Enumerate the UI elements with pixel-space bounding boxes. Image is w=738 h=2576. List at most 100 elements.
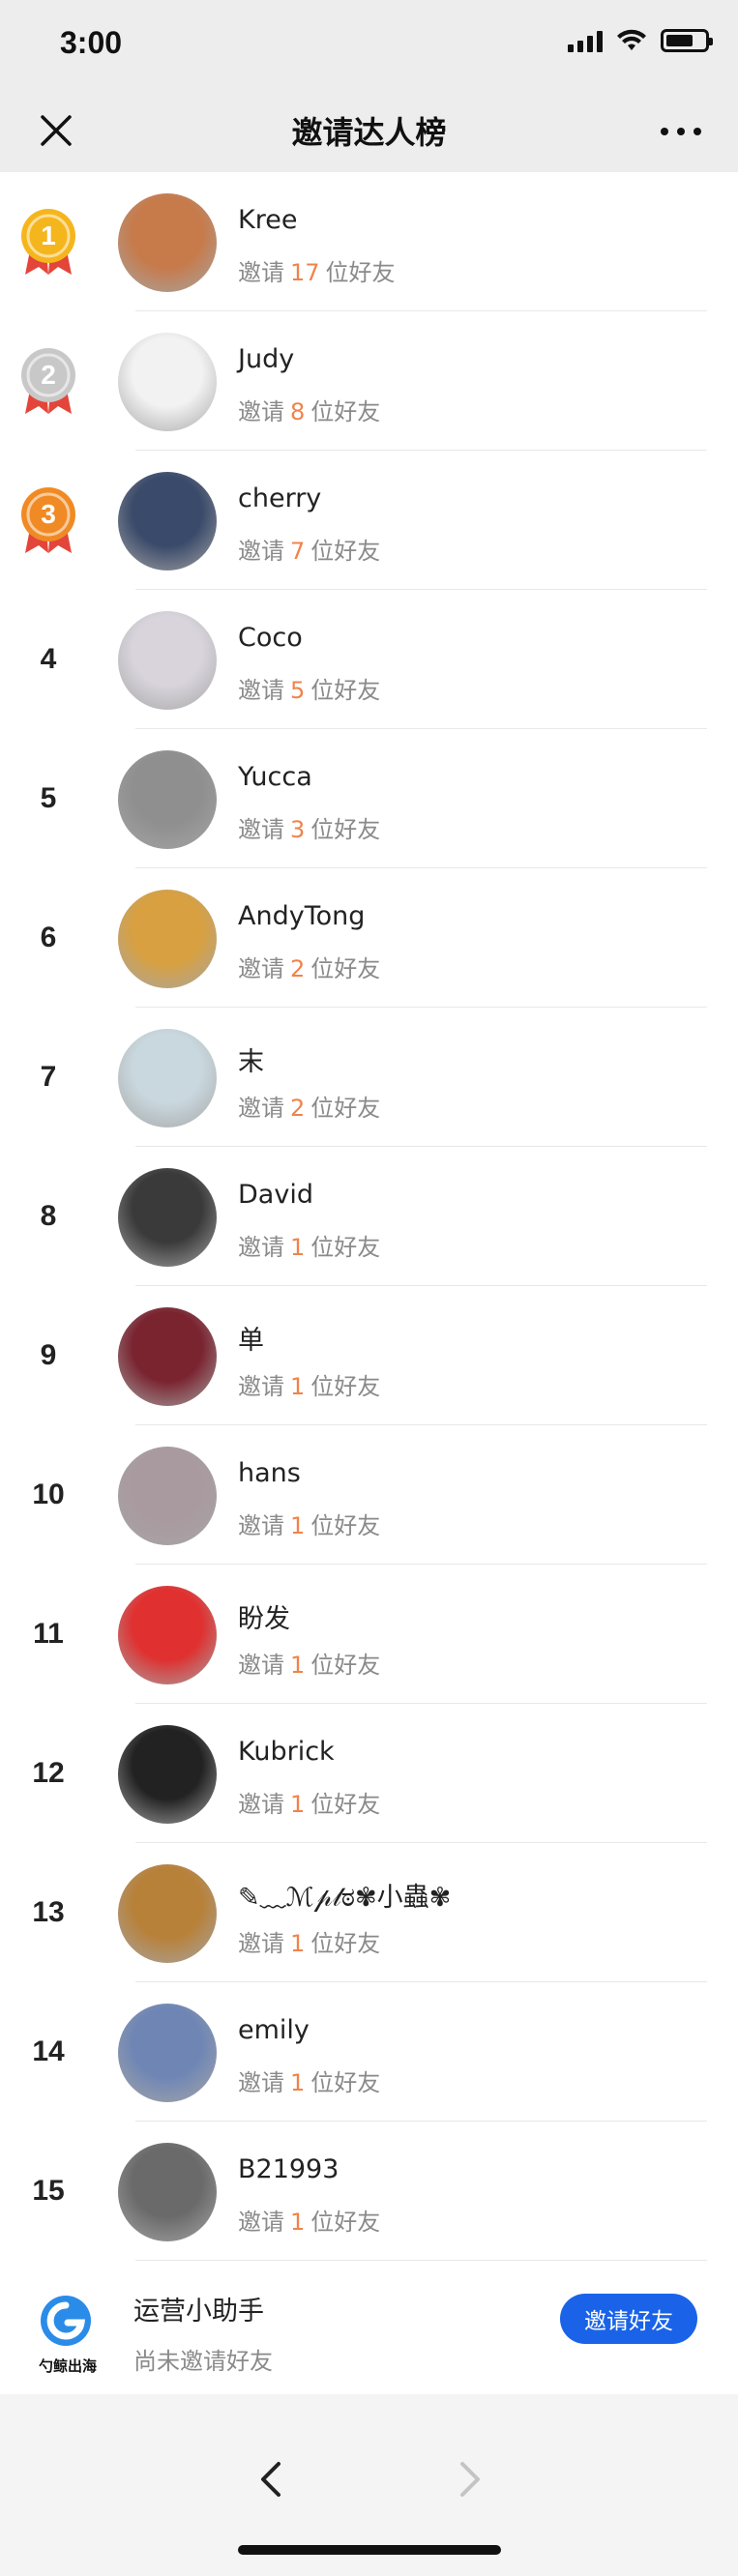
invite-suffix: 位好友 xyxy=(310,398,381,425)
invite-count-text: 邀请 1 位好友 xyxy=(238,2064,380,2097)
rank-number: 7 xyxy=(40,1061,57,1093)
leaderboard-row[interactable]: 5 Yucca 邀请 3 位好友 xyxy=(0,729,738,868)
invite-suffix: 位好友 xyxy=(310,1234,381,1261)
avatar[interactable] xyxy=(118,1447,217,1545)
invite-prefix: 邀请 xyxy=(238,1512,284,1539)
invite-count: 3 xyxy=(290,816,306,843)
leaderboard-row[interactable]: 7 末邀请 2 位好友 xyxy=(0,1008,738,1147)
leaderboard-row[interactable]: 2 Judy 邀请 8 位好友 xyxy=(0,311,738,451)
avatar[interactable] xyxy=(118,2143,217,2241)
avatar[interactable] xyxy=(118,193,217,292)
leaderboard-row[interactable]: 12 Kubrick 邀请 1 位好友 xyxy=(0,1704,738,1843)
invite-count-text: 邀请 1 位好友 xyxy=(238,2203,380,2237)
invite-suffix: 位好友 xyxy=(310,677,381,704)
user-name: Yucca xyxy=(238,762,312,792)
leaderboard-row[interactable]: 3 cherry 邀请 7 位好友 xyxy=(0,451,738,590)
user-name: Coco xyxy=(238,623,303,653)
leaderboard-row[interactable]: 13 ✎﹏ℳ𝓅𝓁ಠ✾小蟲✾ 邀请 1 位好友 xyxy=(0,1843,738,1982)
user-name: emily xyxy=(238,2015,310,2045)
leaderboard-row[interactable]: 15 B21993 邀请 1 位好友 xyxy=(0,2122,738,2261)
close-icon[interactable] xyxy=(39,113,74,148)
leaderboard-row[interactable]: 1 Kree 邀请 17 位好友 xyxy=(0,172,738,311)
invite-count-text: 邀请 1 位好友 xyxy=(238,1924,380,1958)
leaderboard-row[interactable]: 9 单邀请 1 位好友 xyxy=(0,1286,738,1425)
avatar[interactable] xyxy=(118,1864,217,1963)
invite-prefix: 邀请 xyxy=(238,2209,284,2236)
invite-suffix: 位好友 xyxy=(310,1791,381,1818)
battery-icon xyxy=(661,29,713,52)
avatar[interactable] xyxy=(118,472,217,571)
invite-count-text: 邀请 1 位好友 xyxy=(238,1785,380,1819)
invite-prefix: 邀请 xyxy=(238,538,284,565)
rank-medal-icon: 3 xyxy=(0,451,97,590)
leaderboard-list: 1 Kree 邀请 17 位好友 2 Judy 邀请 8 位好友 3 cherry 邀请 7 位好友 4 Coc… xyxy=(0,172,738,2261)
invite-count: 1 xyxy=(290,1512,306,1539)
status-time: 3:00 xyxy=(60,25,123,60)
avatar[interactable] xyxy=(118,1168,217,1267)
invite-count: 7 xyxy=(290,538,306,565)
invite-suffix: 位好友 xyxy=(310,2069,381,2096)
rank-number: 4 xyxy=(40,643,57,675)
invite-count-text: 邀请 1 位好友 xyxy=(238,1646,380,1680)
invite-suffix: 位好友 xyxy=(325,259,396,286)
rank-number: 8 xyxy=(40,1200,57,1232)
wifi-icon xyxy=(617,29,646,50)
invite-prefix: 邀请 xyxy=(238,955,284,982)
invite-count-text: 邀请 1 位好友 xyxy=(238,1507,380,1540)
user-name: Judy xyxy=(238,344,295,374)
rank-medal-icon: 1 xyxy=(0,172,97,311)
invite-count-text: 邀请 17 位好友 xyxy=(238,253,396,287)
assistant-name: 运营小助手 xyxy=(133,2297,264,2327)
avatar[interactable] xyxy=(118,890,217,988)
rank-number: 3 xyxy=(41,499,56,529)
leaderboard-row[interactable]: 11 盼发 邀请 1 位好友 xyxy=(0,1565,738,1704)
invite-prefix: 邀请 xyxy=(238,1930,284,1957)
home-indicator[interactable] xyxy=(238,2545,501,2555)
avatar[interactable] xyxy=(118,1725,217,1824)
rank-number: 13 xyxy=(32,1896,65,1928)
avatar[interactable] xyxy=(118,2004,217,2102)
user-name: AndyTong xyxy=(238,901,366,931)
leaderboard-row[interactable]: 8 David 邀请 1 位好友 xyxy=(0,1147,738,1286)
avatar[interactable] xyxy=(118,611,217,710)
invite-suffix: 位好友 xyxy=(310,816,381,843)
leaderboard-row[interactable]: 14 emily 邀请 1 位好友 xyxy=(0,1982,738,2122)
more-options-icon[interactable] xyxy=(661,128,701,135)
leaderboard-row[interactable]: 6 AndyTong 邀请 2 位好友 xyxy=(0,868,738,1008)
forward-arrow-icon[interactable] xyxy=(453,2452,487,2506)
invite-suffix: 位好友 xyxy=(310,1373,381,1400)
rank-number: 5 xyxy=(40,782,57,814)
status-bar: 3:00 xyxy=(0,0,738,89)
invite-count: 1 xyxy=(290,1652,306,1679)
avatar[interactable] xyxy=(118,333,217,431)
assistant-row: 勺鲸出海 运营小助手 尚未邀请好友 邀请好友 xyxy=(0,2261,738,2396)
invite-suffix: 位好友 xyxy=(310,538,381,565)
rank-number: 12 xyxy=(32,1757,65,1789)
invite-count-text: 邀请 1 位好友 xyxy=(238,1228,380,1262)
invite-prefix: 邀请 xyxy=(238,1652,284,1679)
leaderboard-row[interactable]: 4 Coco 邀请 5 位好友 xyxy=(0,590,738,729)
invite-friends-button[interactable]: 邀请好友 xyxy=(560,2294,697,2344)
invite-suffix: 位好友 xyxy=(310,1930,381,1957)
invite-count: 1 xyxy=(290,2209,306,2236)
invite-count-text: 邀请 2 位好友 xyxy=(238,1089,380,1123)
invite-count-text: 邀请 1 位好友 xyxy=(238,1367,380,1401)
avatar[interactable] xyxy=(118,1307,217,1406)
invite-count: 8 xyxy=(290,398,306,425)
invite-suffix: 位好友 xyxy=(310,1512,381,1539)
avatar[interactable] xyxy=(118,1029,217,1127)
user-name: cherry xyxy=(238,483,322,513)
invite-count: 1 xyxy=(290,1930,306,1957)
avatar[interactable] xyxy=(118,750,217,849)
back-arrow-icon[interactable] xyxy=(253,2452,288,2506)
leaderboard-row[interactable]: 10 hans 邀请 1 位好友 xyxy=(0,1425,738,1565)
invite-prefix: 邀请 xyxy=(238,1095,284,1122)
avatar[interactable] xyxy=(118,1586,217,1684)
rank-number: 2 xyxy=(41,360,56,390)
invite-prefix: 邀请 xyxy=(238,2069,284,2096)
rank-number: 11 xyxy=(33,1618,64,1650)
invite-count: 1 xyxy=(290,1373,306,1400)
user-name: Kubrick xyxy=(238,1737,335,1767)
nav-bar: 邀请达人榜 xyxy=(0,89,738,172)
rank-number: 1 xyxy=(41,220,56,250)
